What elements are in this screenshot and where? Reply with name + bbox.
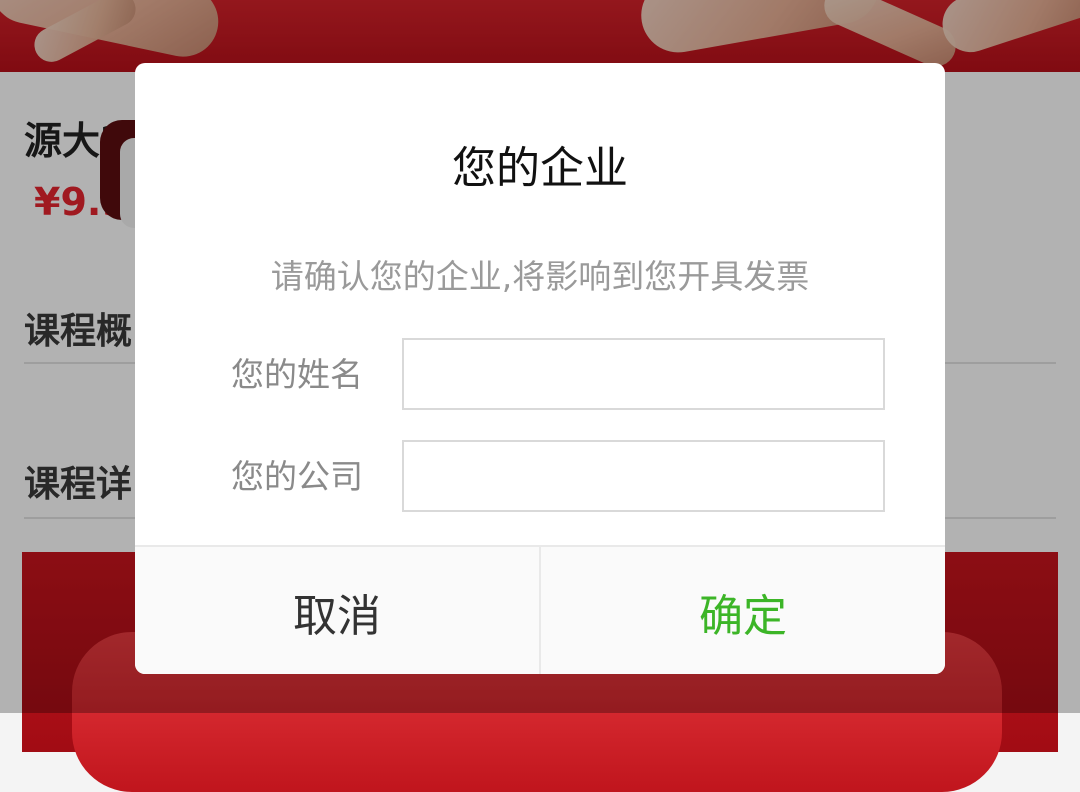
company-input[interactable]	[402, 440, 885, 512]
dialog-footer: 取消 确定	[135, 545, 945, 674]
cancel-button[interactable]: 取消	[135, 547, 541, 674]
name-input[interactable]	[402, 338, 885, 410]
dialog-subtitle: 请确认您的企业,将影响到您开具发票	[270, 257, 810, 296]
confirm-button[interactable]: 确定	[541, 547, 945, 674]
company-field-label: 您的公司	[231, 457, 363, 496]
dialog-title: 您的企业	[452, 143, 628, 194]
name-field-row: 您的姓名	[135, 338, 945, 412]
company-field-row: 您的公司	[135, 440, 945, 514]
enterprise-dialog: 您的企业 请确认您的企业,将影响到您开具发票 您的姓名 您的公司 取消 确定	[135, 63, 945, 674]
name-field-label: 您的姓名	[231, 355, 363, 394]
